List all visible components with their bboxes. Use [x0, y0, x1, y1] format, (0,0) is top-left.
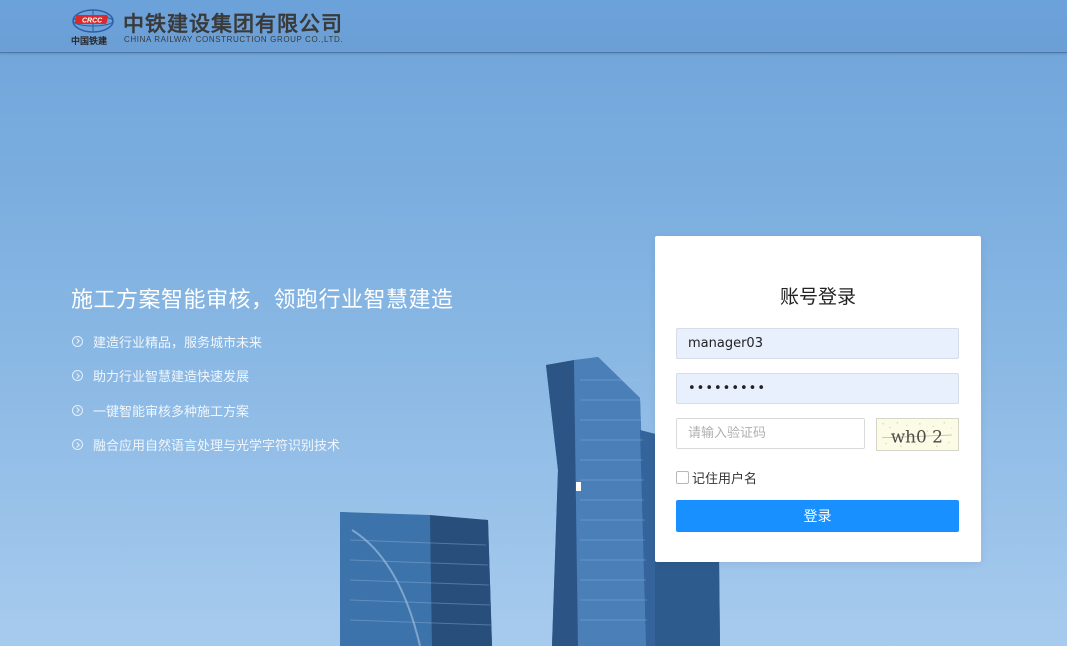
captcha-input[interactable]	[676, 418, 865, 449]
feature-item: 助力行业智慧建造快速发展	[72, 359, 340, 394]
chevron-circle-icon	[72, 404, 83, 416]
company-name: 中铁建设集团有限公司	[123, 12, 343, 36]
username-input[interactable]	[676, 328, 959, 359]
chevron-circle-icon	[72, 335, 83, 347]
chevron-circle-icon	[72, 370, 83, 382]
feature-list: 建造行业精品，服务城市未来 助力行业智慧建造快速发展 一键智能审核多种施工方案 …	[72, 324, 340, 462]
hero-title: 施工方案智能审核，领跑行业智慧建造	[71, 288, 454, 313]
feature-text: 一键智能审核多种施工方案	[93, 404, 250, 420]
login-button[interactable]: 登录	[676, 500, 959, 532]
captcha-text: wh0 2	[891, 426, 943, 446]
feature-item: 一键智能审核多种施工方案	[72, 393, 340, 428]
logo-label: 中国铁建	[71, 37, 108, 47]
chevron-circle-icon	[72, 439, 83, 451]
company-name-english: CHINA RAILWAY CONSTRUCTION GROUP CO.,LTD…	[124, 35, 344, 44]
feature-item: 融合应用自然语言处理与光学字符识别技术	[72, 428, 340, 463]
feature-text: 助力行业智慧建造快速发展	[93, 370, 250, 386]
login-title: 账号登录	[779, 286, 856, 308]
captcha-image[interactable]: wh0 2	[876, 418, 959, 451]
feature-item: 建造行业精品，服务城市未来	[72, 324, 340, 359]
feature-text: 建造行业精品，服务城市未来	[93, 335, 263, 351]
remember-label: 记住用户名	[692, 472, 758, 487]
remember-username[interactable]: 记住用户名	[676, 468, 757, 487]
top-header: CRCC 中国铁建 中铁建设集团有限公司 CHINA RAILWAY CONST…	[0, 0, 1067, 53]
login-panel: 账号登录 wh0 2 记住用户名 登录	[655, 236, 981, 562]
svg-text:CRCC: CRCC	[82, 18, 103, 25]
feature-text: 融合应用自然语言处理与光学字符识别技术	[93, 439, 341, 455]
remember-checkbox[interactable]	[676, 471, 689, 484]
password-input[interactable]	[676, 373, 959, 404]
